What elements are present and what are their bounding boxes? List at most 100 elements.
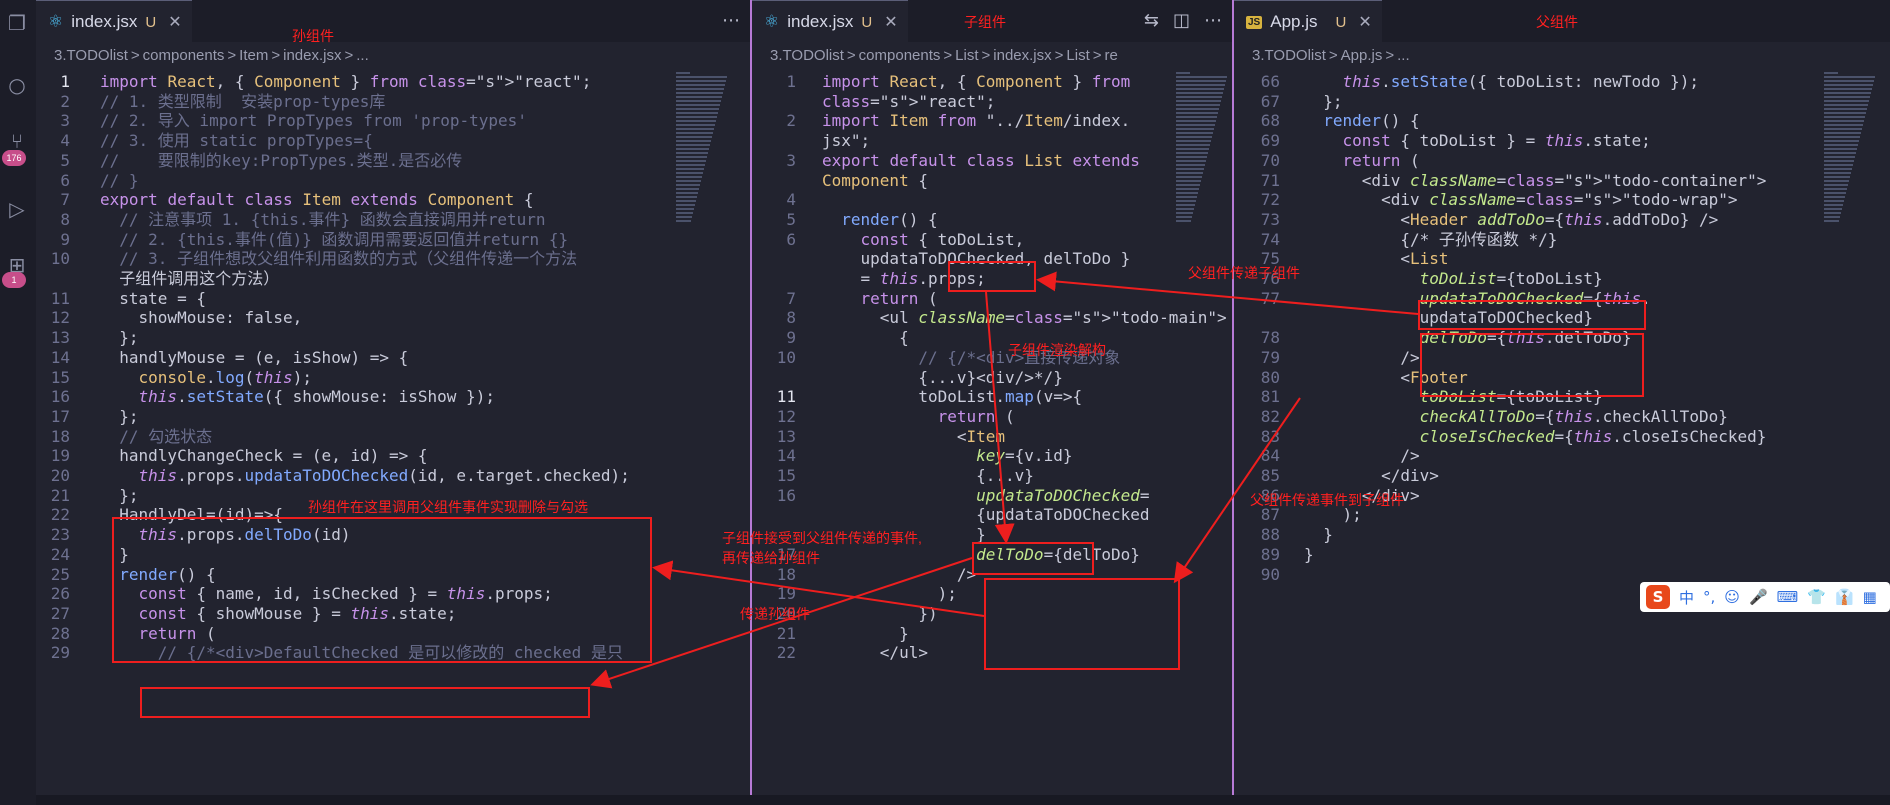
minimap-line <box>676 196 697 198</box>
minimap-line <box>1176 204 1195 206</box>
minimap-line <box>1824 220 1839 222</box>
tab-bar: ⚛ index.jsx U ✕ 孙组件 ⋯ <box>36 0 750 44</box>
explorer-icon[interactable]: ❐ <box>4 10 30 36</box>
compare-changes-icon[interactable]: ⇆ <box>1144 10 1159 31</box>
minimap-line <box>676 132 713 134</box>
minimap[interactable] <box>676 70 728 240</box>
minimap-line <box>676 136 712 138</box>
minimap-line <box>1176 80 1226 82</box>
tab-title: App.js <box>1270 12 1318 31</box>
ime-item[interactable]: 🎤 <box>1749 588 1768 606</box>
editor-pane-list: ⚛ index.jsx U ✕ 子组件 ⇆ ◫ ⋯ 3.TODOlist > com… <box>752 0 1232 795</box>
annotation-box-list-events <box>1420 333 1644 397</box>
minimap-line <box>1824 204 1843 206</box>
ime-item[interactable]: 中 <box>1679 587 1694 608</box>
breadcrumb-item[interactable]: ... <box>356 47 369 64</box>
breadcrumb-item[interactable]: ... <box>1397 47 1410 64</box>
minimap-line <box>676 80 726 82</box>
code-line[interactable]: 29 // {/*<div>DefaultChecked 是可以修改的 chec… <box>36 641 623 665</box>
minimap-line <box>1824 160 1854 162</box>
breadcrumb-item[interactable]: re <box>1105 47 1118 64</box>
code-text: this.setState({ toDoList: newTodo }); <box>1342 72 1699 91</box>
minimap-line <box>1176 92 1223 94</box>
minimap[interactable] <box>1824 70 1876 240</box>
annotation-pass-grandchild: 传递孙组件 <box>740 606 810 622</box>
minimap-line <box>676 160 706 162</box>
close-tab-icon[interactable]: ✕ <box>1358 12 1371 32</box>
more-actions-icon[interactable]: ⋯ <box>722 10 740 31</box>
minimap-line <box>676 144 710 146</box>
ime-item[interactable]: 👔 <box>1835 588 1854 606</box>
minimap-line <box>1824 148 1857 150</box>
breadcrumb-item[interactable]: List <box>1066 47 1089 64</box>
tab-list-index-jsx[interactable]: ⚛ index.jsx U ✕ <box>752 0 908 43</box>
run-debug-icon[interactable]: ▷ <box>4 196 30 222</box>
close-tab-icon[interactable]: ✕ <box>168 12 181 32</box>
breadcrumb-item[interactable]: List <box>955 47 978 64</box>
line-number: 29 <box>50 643 70 663</box>
minimap-line <box>676 116 717 118</box>
pane-divider[interactable] <box>1232 0 1234 795</box>
minimap-line <box>1176 104 1220 106</box>
minimap-line <box>676 124 715 126</box>
minimap-line <box>1824 108 1867 110</box>
breadcrumb-item[interactable]: 3.TODOlist <box>54 47 128 64</box>
ime-toolbar[interactable]: S 中 °, ☺ 🎤 ⌨ 👕 👔 ▦ <box>1640 582 1890 612</box>
ime-item[interactable]: 👕 <box>1807 588 1826 606</box>
ime-item[interactable]: ⌨ <box>1777 588 1799 606</box>
breadcrumb-item[interactable]: 3.TODOlist <box>770 47 844 64</box>
more-actions-icon[interactable]: ⋯ <box>1204 10 1222 31</box>
minimap-line <box>1824 136 1860 138</box>
code-text: Component { <box>822 170 928 190</box>
minimap-line <box>1824 152 1856 154</box>
minimap-line <box>676 112 718 114</box>
breadcrumb-item[interactable]: App.js <box>1341 47 1383 64</box>
minimap[interactable] <box>1176 70 1228 240</box>
minimap-line <box>676 156 707 158</box>
breadcrumb-item[interactable]: index.jsx <box>283 47 341 64</box>
minimap-line <box>676 216 692 218</box>
minimap-line <box>676 100 721 102</box>
editor-pane-app: JS App.js U ✕ 父组件 3.TODOlist > App.js >... … <box>1234 0 1890 795</box>
minimap-line <box>1176 116 1217 118</box>
untracked-badge: U <box>145 13 157 31</box>
tab-item-index-jsx[interactable]: ⚛ index.jsx U ✕ <box>36 0 192 43</box>
minimap-line <box>1176 144 1210 146</box>
minimap-line <box>676 108 719 110</box>
minimap-line <box>1824 156 1855 158</box>
breadcrumb-item[interactable]: 3.TODOlist <box>1252 47 1326 64</box>
minimap-line <box>1176 100 1221 102</box>
code-line[interactable]: 90 <box>1234 563 1280 587</box>
ime-item[interactable]: °, <box>1703 588 1715 606</box>
ime-item[interactable]: ☺ <box>1724 588 1740 606</box>
react-file-icon: ⚛ <box>48 12 64 31</box>
minimap-line <box>1824 144 1858 146</box>
code-line[interactable]: 22 </ul> <box>752 641 928 665</box>
minimap-line <box>1824 132 1861 134</box>
annotation-box-list-todolist <box>1418 300 1646 330</box>
annotation-child-destructure: 子组件渲染解构 <box>1008 342 1106 358</box>
breadcrumb-item: > <box>1054 47 1064 64</box>
minimap-line <box>1176 124 1215 126</box>
minimap-line <box>676 204 695 206</box>
breadcrumb-item[interactable]: index.jsx <box>993 47 1051 64</box>
minimap-line <box>1176 184 1200 186</box>
split-editor-icon[interactable]: ◫ <box>1173 10 1190 31</box>
minimap-line <box>676 104 720 106</box>
breadcrumb-item: > <box>344 47 354 64</box>
pane-divider[interactable] <box>750 0 752 795</box>
minimap-line <box>676 92 723 94</box>
code-text: } <box>1304 544 1314 564</box>
search-icon[interactable]: ○ <box>4 72 30 98</box>
breadcrumb-item[interactable]: components <box>859 47 941 64</box>
annotation-parent-event-to-child: 父组件传递事件到子组件 <box>1250 492 1404 508</box>
breadcrumb-item[interactable]: Item <box>239 47 268 64</box>
ime-item[interactable]: ▦ <box>1863 588 1877 606</box>
minimap-line <box>676 176 702 178</box>
close-tab-icon[interactable]: ✕ <box>884 12 897 32</box>
minimap-line <box>1176 88 1224 90</box>
breadcrumb-item[interactable]: components <box>143 47 225 64</box>
annotation-parent-to-child: 父组件传递子组件 <box>1188 265 1300 281</box>
minimap-line <box>1176 216 1192 218</box>
tab-app-js[interactable]: JS App.js U ✕ <box>1234 0 1382 43</box>
